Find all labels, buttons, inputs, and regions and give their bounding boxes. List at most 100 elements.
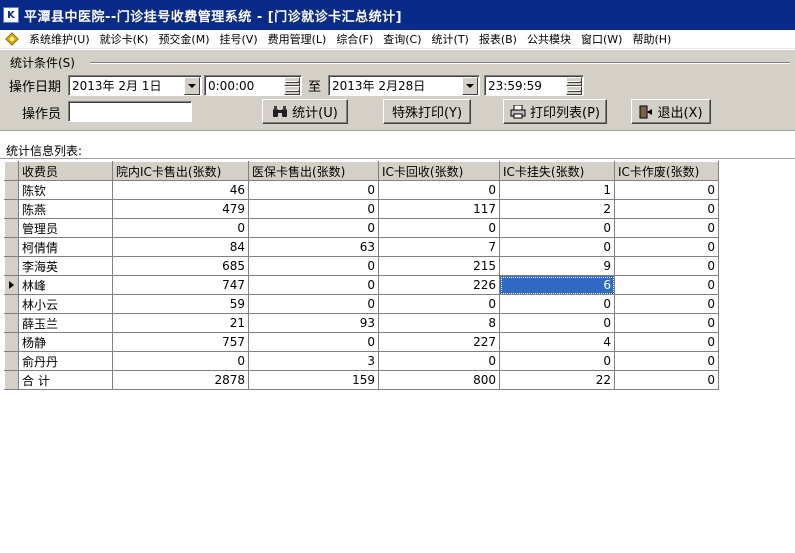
row-indicator[interactable] <box>4 199 19 219</box>
table-row[interactable]: 李海英 685 0 215 9 0 <box>4 256 719 276</box>
cell-count[interactable]: 4 <box>499 332 615 352</box>
start-date-picker[interactable]: 2013年 2月 1日 <box>68 75 202 96</box>
cell-count[interactable]: 2878 <box>112 370 249 390</box>
cell-count[interactable]: 0 <box>378 351 500 371</box>
cell-cashier-name[interactable]: 管理员 <box>18 218 113 238</box>
cell-count[interactable]: 0 <box>614 294 719 314</box>
col-header-ic-sold[interactable]: 院内IC卡售出(张数) <box>112 161 249 181</box>
cell-cashier-name[interactable]: 柯倩倩 <box>18 237 113 257</box>
cell-count[interactable]: 0 <box>499 237 615 257</box>
cell-count[interactable]: 0 <box>614 218 719 238</box>
start-time-spinner[interactable] <box>284 77 300 95</box>
menu-patient-card[interactable]: 就诊卡(K) <box>95 30 154 49</box>
cell-count[interactable]: 0 <box>378 218 500 238</box>
cell-count[interactable]: 0 <box>614 313 719 333</box>
app-icon[interactable]: K <box>3 7 19 23</box>
cell-count[interactable]: 2 <box>499 199 615 219</box>
cell-count[interactable]: 6 <box>499 275 615 295</box>
row-indicator[interactable] <box>4 313 19 333</box>
menu-window[interactable]: 窗口(W) <box>576 30 627 49</box>
cell-cashier-name[interactable]: 陈燕 <box>18 199 113 219</box>
cell-count[interactable]: 0 <box>614 256 719 276</box>
menu-fee-management[interactable]: 费用管理(L) <box>263 30 332 49</box>
table-row[interactable]: 薛玉兰 21 93 8 0 0 <box>4 313 719 333</box>
cell-count[interactable]: 0 <box>248 199 379 219</box>
cell-count[interactable]: 159 <box>248 370 379 390</box>
cell-count[interactable]: 0 <box>248 218 379 238</box>
cell-count[interactable]: 7 <box>378 237 500 257</box>
menu-reports[interactable]: 报表(B) <box>474 30 522 49</box>
menu-common-modules[interactable]: 公共模块 <box>522 30 576 49</box>
cell-count[interactable]: 0 <box>248 332 379 352</box>
cell-count[interactable]: 0 <box>248 275 379 295</box>
end-date-picker[interactable]: 2013年 2月28日 <box>328 75 480 96</box>
cell-count[interactable]: 685 <box>112 256 249 276</box>
cell-count[interactable]: 46 <box>112 180 249 200</box>
exit-button[interactable]: 退出(X) <box>631 99 711 124</box>
cell-count[interactable]: 226 <box>378 275 500 295</box>
print-list-button[interactable]: 打印列表(P) <box>503 99 607 124</box>
table-row[interactable]: 林峰 747 0 226 6 0 <box>4 275 719 295</box>
col-header-insurance-sold[interactable]: 医保卡售出(张数) <box>248 161 379 181</box>
cell-count[interactable]: 63 <box>248 237 379 257</box>
cell-count[interactable]: 0 <box>614 351 719 371</box>
cell-count[interactable]: 22 <box>499 370 615 390</box>
cell-count[interactable]: 0 <box>378 180 500 200</box>
cell-count[interactable]: 0 <box>248 180 379 200</box>
cell-count[interactable]: 0 <box>499 294 615 314</box>
row-indicator[interactable] <box>4 180 19 200</box>
cell-count[interactable]: 8 <box>378 313 500 333</box>
row-indicator[interactable] <box>4 332 19 352</box>
cell-count[interactable]: 215 <box>378 256 500 276</box>
cell-count[interactable]: 0 <box>112 218 249 238</box>
menu-query[interactable]: 查询(C) <box>378 30 426 49</box>
start-time-field[interactable]: 0:00:00 <box>204 75 302 96</box>
stat-button[interactable]: 统计(U) <box>262 99 348 124</box>
table-row[interactable]: 俞丹丹 0 3 0 0 0 <box>4 351 719 371</box>
menu-system-maintenance[interactable]: 系统维护(U) <box>24 30 95 49</box>
menu-help[interactable]: 帮助(H) <box>627 30 676 49</box>
row-indicator[interactable] <box>4 237 19 257</box>
cell-count[interactable]: 0 <box>614 180 719 200</box>
menu-general[interactable]: 综合(F) <box>331 30 378 49</box>
col-header-ic-recovered[interactable]: IC卡回收(张数) <box>378 161 500 181</box>
row-indicator[interactable] <box>4 370 19 390</box>
cell-count[interactable]: 800 <box>378 370 500 390</box>
cell-cashier-name[interactable]: 杨静 <box>18 332 113 352</box>
table-row[interactable]: 陈钦 46 0 0 1 0 <box>4 180 719 200</box>
col-header-ic-voided[interactable]: IC卡作废(张数) <box>614 161 719 181</box>
cell-count[interactable]: 0 <box>614 199 719 219</box>
cell-count[interactable]: 0 <box>112 351 249 371</box>
cell-count[interactable]: 0 <box>499 218 615 238</box>
cell-count[interactable]: 0 <box>499 351 615 371</box>
cell-cashier-name[interactable]: 林峰 <box>18 275 113 295</box>
cell-count[interactable]: 1 <box>499 180 615 200</box>
cell-count[interactable]: 21 <box>112 313 249 333</box>
row-indicator[interactable] <box>4 218 19 238</box>
cell-count[interactable]: 9 <box>499 256 615 276</box>
table-row[interactable]: 合 计 2878 159 800 22 0 <box>4 370 719 390</box>
table-row[interactable]: 杨静 757 0 227 4 0 <box>4 332 719 352</box>
menu-statistics[interactable]: 统计(T) <box>427 30 474 49</box>
menu-prepayment[interactable]: 预交金(M) <box>153 30 214 49</box>
start-date-dropdown-icon[interactable] <box>184 77 200 95</box>
system-menu-icon[interactable] <box>4 31 20 47</box>
menu-registration[interactable]: 挂号(V) <box>215 30 263 49</box>
cell-cashier-name[interactable]: 薛玉兰 <box>18 313 113 333</box>
cell-count[interactable]: 84 <box>112 237 249 257</box>
cell-count[interactable]: 3 <box>248 351 379 371</box>
cell-count[interactable]: 0 <box>614 237 719 257</box>
cell-cashier-name[interactable]: 合 计 <box>18 370 113 390</box>
end-date-dropdown-icon[interactable] <box>462 77 478 95</box>
cell-cashier-name[interactable]: 俞丹丹 <box>18 351 113 371</box>
cell-cashier-name[interactable]: 林小云 <box>18 294 113 314</box>
cell-count[interactable]: 0 <box>614 275 719 295</box>
cell-cashier-name[interactable]: 李海英 <box>18 256 113 276</box>
cell-cashier-name[interactable]: 陈钦 <box>18 180 113 200</box>
end-time-field[interactable]: 23:59:59 <box>484 75 584 96</box>
operator-input[interactable] <box>68 101 192 122</box>
table-row[interactable]: 陈燕 479 0 117 2 0 <box>4 199 719 219</box>
row-indicator[interactable] <box>4 256 19 276</box>
special-print-button[interactable]: 特殊打印(Y) <box>383 99 471 124</box>
cell-count[interactable]: 0 <box>248 294 379 314</box>
